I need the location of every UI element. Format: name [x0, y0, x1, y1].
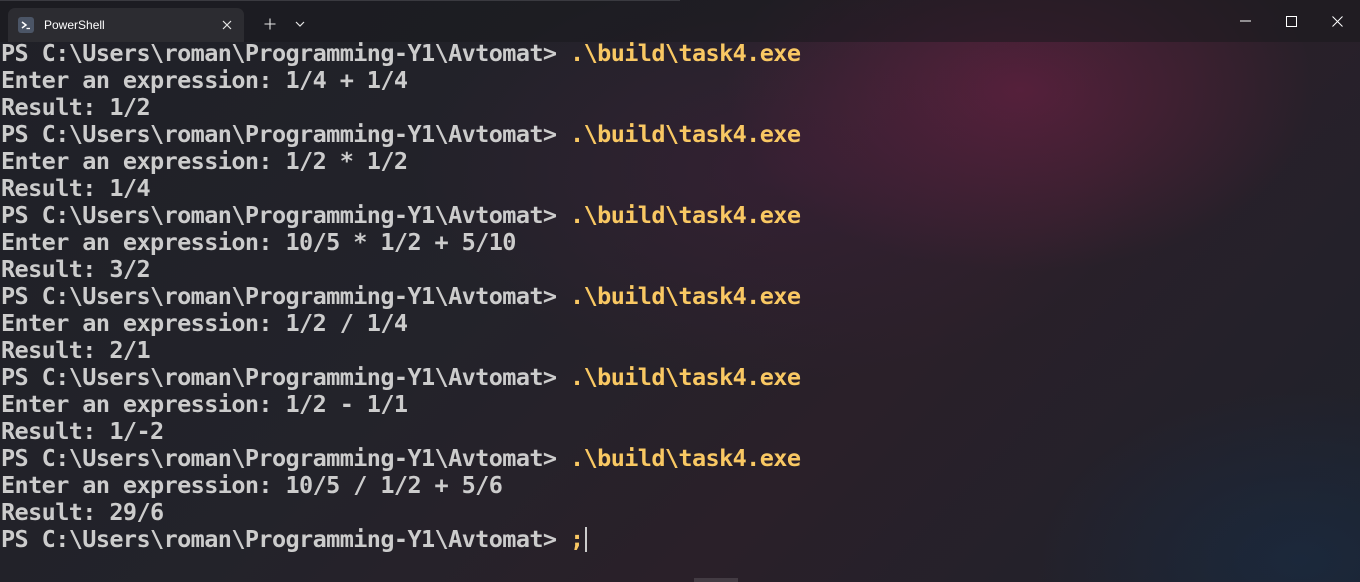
- output-line: Result: 29/6: [1, 498, 164, 526]
- close-tab-icon[interactable]: [218, 16, 236, 34]
- output-line: Result: 2/1: [1, 336, 151, 364]
- prompt-text: PS C:\Users\roman\Programming-Y1\Avtomat…: [1, 444, 557, 472]
- prompt-line: PS C:\Users\roman\Programming-Y1\Avtomat…: [1, 120, 801, 148]
- prompt-line: PS C:\Users\roman\Programming-Y1\Avtomat…: [1, 201, 801, 229]
- close-window-icon[interactable]: [1314, 0, 1360, 42]
- tabstrip-border: [0, 0, 680, 1]
- output-line: Result: 1/4: [1, 174, 151, 202]
- chevron-down-icon[interactable]: [288, 12, 312, 36]
- minimize-icon[interactable]: [1222, 0, 1268, 42]
- tab-title: PowerShell: [44, 18, 105, 32]
- output-line: Result: 3/2: [1, 255, 151, 283]
- command-text: .\build\task4.exe: [570, 201, 801, 229]
- command-text: .\build\task4.exe: [570, 39, 801, 67]
- prompt-line: PS C:\Users\roman\Programming-Y1\Avtomat…: [1, 444, 801, 472]
- command-text: .\build\task4.exe: [570, 363, 801, 391]
- title-bar: PowerShell: [0, 0, 1360, 42]
- output-line: Enter an expression: 10/5 / 1/2 + 5/6: [1, 471, 503, 499]
- new-tab-plus-icon[interactable]: [258, 12, 282, 36]
- prompt-text: PS C:\Users\roman\Programming-Y1\Avtomat…: [1, 363, 557, 391]
- terminal-output[interactable]: PS C:\Users\roman\Programming-Y1\Avtomat…: [0, 40, 1360, 582]
- tab-powershell[interactable]: PowerShell: [8, 8, 244, 42]
- output-line: Result: 1/2: [1, 93, 151, 121]
- command-text: .\build\task4.exe: [570, 444, 801, 472]
- prompt-line: PS C:\Users\roman\Programming-Y1\Avtomat…: [1, 363, 801, 391]
- output-line: Enter an expression: 10/5 * 1/2 + 5/10: [1, 228, 516, 256]
- prompt-line: PS C:\Users\roman\Programming-Y1\Avtomat…: [1, 282, 801, 310]
- prompt-text: PS C:\Users\roman\Programming-Y1\Avtomat…: [1, 201, 557, 229]
- prompt-line: PS C:\Users\roman\Programming-Y1\Avtomat…: [1, 526, 587, 553]
- scroll-indicator: [694, 578, 738, 582]
- output-line: Enter an expression: 1/2 * 1/2: [1, 147, 408, 175]
- output-line: Result: 1/-2: [1, 417, 164, 445]
- prompt-text: PS C:\Users\roman\Programming-Y1\Avtomat…: [1, 39, 557, 67]
- prompt-line: PS C:\Users\roman\Programming-Y1\Avtomat…: [1, 39, 801, 67]
- terminal-window: PowerShell PS C:\Users\roman\Programming…: [0, 0, 1360, 582]
- prompt-text: PS C:\Users\roman\Programming-Y1\Avtomat…: [1, 120, 557, 148]
- output-line: Enter an expression: 1/4 + 1/4: [1, 66, 408, 94]
- output-line: Enter an expression: 1/2 - 1/1: [1, 390, 408, 418]
- output-line: Enter an expression: 1/2 / 1/4: [1, 309, 408, 337]
- prompt-text: PS C:\Users\roman\Programming-Y1\Avtomat…: [1, 282, 557, 310]
- command-text: .\build\task4.exe: [570, 282, 801, 310]
- command-text: .\build\task4.exe: [570, 120, 801, 148]
- prompt-text: PS C:\Users\roman\Programming-Y1\Avtomat…: [1, 525, 557, 553]
- maximize-icon[interactable]: [1268, 0, 1314, 42]
- text-cursor: [584, 527, 587, 552]
- command-text: ;: [570, 525, 584, 553]
- powershell-icon: [18, 17, 34, 33]
